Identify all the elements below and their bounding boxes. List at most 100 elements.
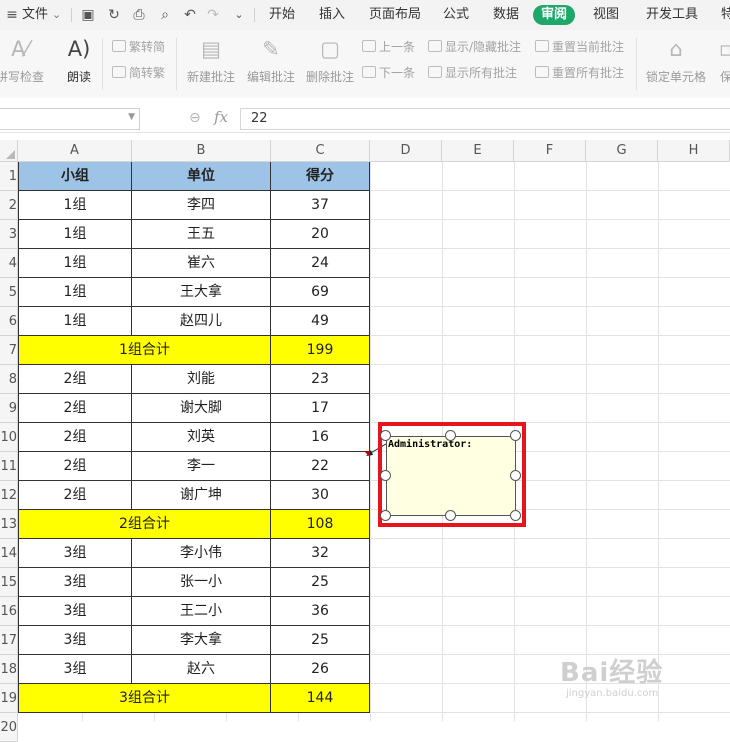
- subtotal-score-cell[interactable]: 108: [271, 510, 370, 539]
- read-aloud-button[interactable]: A) 朗读: [62, 36, 96, 85]
- unit-cell[interactable]: 赵四儿: [132, 307, 271, 336]
- formula-input[interactable]: 22: [240, 108, 730, 130]
- row-header-10[interactable]: 10: [0, 423, 18, 452]
- new-comment-button[interactable]: ▤ 新建批注: [185, 36, 237, 85]
- score-cell[interactable]: 23: [271, 365, 370, 394]
- format-painter-icon[interactable]: ↻: [106, 7, 122, 23]
- subtotal-label-cell[interactable]: 3组合计: [19, 684, 271, 713]
- score-cell[interactable]: 22: [271, 452, 370, 481]
- toggle-comment-button[interactable]: 显示/隐藏批注: [428, 38, 521, 56]
- subtotal-label-cell[interactable]: 1组合计: [19, 336, 271, 365]
- unit-cell[interactable]: 刘英: [132, 423, 271, 452]
- resize-handle-e[interactable]: [510, 470, 521, 481]
- group-cell[interactable]: 2组: [19, 394, 132, 423]
- comment-author[interactable]: Administrator:: [388, 439, 472, 450]
- group-cell[interactable]: 3组: [19, 655, 132, 684]
- row-header-1[interactable]: 1: [0, 162, 18, 191]
- row-header-18[interactable]: 18: [0, 655, 18, 684]
- delete-comment-button[interactable]: ▢ 删除批注: [304, 36, 356, 85]
- tab-special[interactable]: 特: [721, 0, 730, 30]
- row-header-11[interactable]: 11: [0, 452, 18, 481]
- table-header-cell[interactable]: 得分: [271, 162, 370, 191]
- row-header-13[interactable]: 13: [0, 510, 18, 539]
- tab-review[interactable]: 审阅: [533, 5, 576, 25]
- lock-cell-button[interactable]: ⌂ 锁定单元格: [645, 36, 707, 85]
- group-cell[interactable]: 3组: [19, 539, 132, 568]
- to-simplified-button[interactable]: 繁转简: [112, 38, 165, 56]
- row-header-7[interactable]: 7: [0, 336, 18, 365]
- score-cell[interactable]: 36: [271, 597, 370, 626]
- group-cell[interactable]: 1组: [19, 220, 132, 249]
- next-comment-button[interactable]: 下一条: [362, 64, 415, 82]
- edit-comment-button[interactable]: ✎ 编辑批注: [245, 36, 297, 85]
- group-cell[interactable]: 3组: [19, 626, 132, 655]
- row-header-12[interactable]: 12: [0, 481, 18, 510]
- protect-button[interactable]: ▫ 保: [716, 36, 730, 85]
- group-cell[interactable]: 1组: [19, 307, 132, 336]
- name-box-dropdown-icon[interactable]: ▼: [128, 112, 135, 122]
- group-cell[interactable]: 3组: [19, 568, 132, 597]
- subtotal-label-cell[interactable]: 2组合计: [19, 510, 271, 539]
- unit-cell[interactable]: 崔六: [132, 249, 271, 278]
- group-cell[interactable]: 1组: [19, 278, 132, 307]
- show-all-comments-button[interactable]: 显示所有批注: [428, 64, 517, 82]
- row-header-15[interactable]: 15: [0, 568, 18, 597]
- menu-icon[interactable]: ≡: [4, 7, 20, 23]
- subtotal-score-cell[interactable]: 144: [271, 684, 370, 713]
- column-header-e[interactable]: E: [442, 140, 514, 162]
- column-header-c[interactable]: C: [271, 140, 370, 162]
- resize-handle-s[interactable]: [445, 510, 456, 521]
- column-header-g[interactable]: G: [586, 140, 658, 162]
- row-header-19[interactable]: 19: [0, 684, 18, 713]
- unit-cell[interactable]: 李四: [132, 191, 271, 220]
- name-box[interactable]: ▼: [0, 108, 140, 130]
- tab-view[interactable]: 视图: [593, 0, 619, 30]
- zoom-search-icon[interactable]: ⊖: [189, 110, 201, 126]
- unit-cell[interactable]: 谢广坤: [132, 481, 271, 510]
- group-cell[interactable]: 2组: [19, 423, 132, 452]
- to-traditional-button[interactable]: 简转繁: [112, 64, 165, 82]
- score-cell[interactable]: 16: [271, 423, 370, 452]
- score-cell[interactable]: 37: [271, 191, 370, 220]
- spellcheck-button[interactable]: A⁄ 拼写检查: [0, 36, 46, 85]
- score-cell[interactable]: 24: [271, 249, 370, 278]
- group-cell[interactable]: 2组: [19, 481, 132, 510]
- table-header-cell[interactable]: 单位: [132, 162, 271, 191]
- group-cell[interactable]: 1组: [19, 249, 132, 278]
- tab-developer[interactable]: 开发工具: [646, 0, 698, 30]
- unit-cell[interactable]: 刘能: [132, 365, 271, 394]
- column-header-f[interactable]: F: [514, 140, 586, 162]
- score-cell[interactable]: 49: [271, 307, 370, 336]
- quick-access-more-icon[interactable]: ⌄: [231, 7, 247, 23]
- table-header-cell[interactable]: 小组: [19, 162, 132, 191]
- resize-handle-sw[interactable]: [380, 510, 391, 521]
- row-header-4[interactable]: 4: [0, 249, 18, 278]
- resize-handle-se[interactable]: [510, 510, 521, 521]
- row-header-6[interactable]: 6: [0, 307, 18, 336]
- row-header-14[interactable]: 14: [0, 539, 18, 568]
- score-cell[interactable]: 30: [271, 481, 370, 510]
- score-cell[interactable]: 32: [271, 539, 370, 568]
- tab-home[interactable]: 开始: [269, 0, 295, 30]
- column-header-h[interactable]: H: [658, 140, 730, 162]
- tab-insert[interactable]: 插入: [319, 0, 345, 30]
- unit-cell[interactable]: 谢大脚: [132, 394, 271, 423]
- save-icon[interactable]: ▣: [80, 7, 96, 23]
- unit-cell[interactable]: 王大拿: [132, 278, 271, 307]
- file-menu[interactable]: 文件: [22, 0, 48, 30]
- row-header-9[interactable]: 9: [0, 394, 18, 423]
- redo-icon[interactable]: ↷: [205, 7, 221, 23]
- score-cell[interactable]: 17: [271, 394, 370, 423]
- tab-data[interactable]: 数据: [493, 0, 519, 30]
- row-header-16[interactable]: 16: [0, 597, 18, 626]
- row-header-20[interactable]: 20: [0, 713, 18, 742]
- reset-all-comments-button[interactable]: 重置所有批注: [535, 64, 624, 82]
- column-header-a[interactable]: A: [18, 140, 132, 162]
- score-cell[interactable]: 26: [271, 655, 370, 684]
- resize-handle-n[interactable]: [445, 430, 456, 441]
- resize-handle-w[interactable]: [380, 470, 391, 481]
- unit-cell[interactable]: 王五: [132, 220, 271, 249]
- tab-page-layout[interactable]: 页面布局: [369, 0, 421, 30]
- row-header-5[interactable]: 5: [0, 278, 18, 307]
- row-header-3[interactable]: 3: [0, 220, 18, 249]
